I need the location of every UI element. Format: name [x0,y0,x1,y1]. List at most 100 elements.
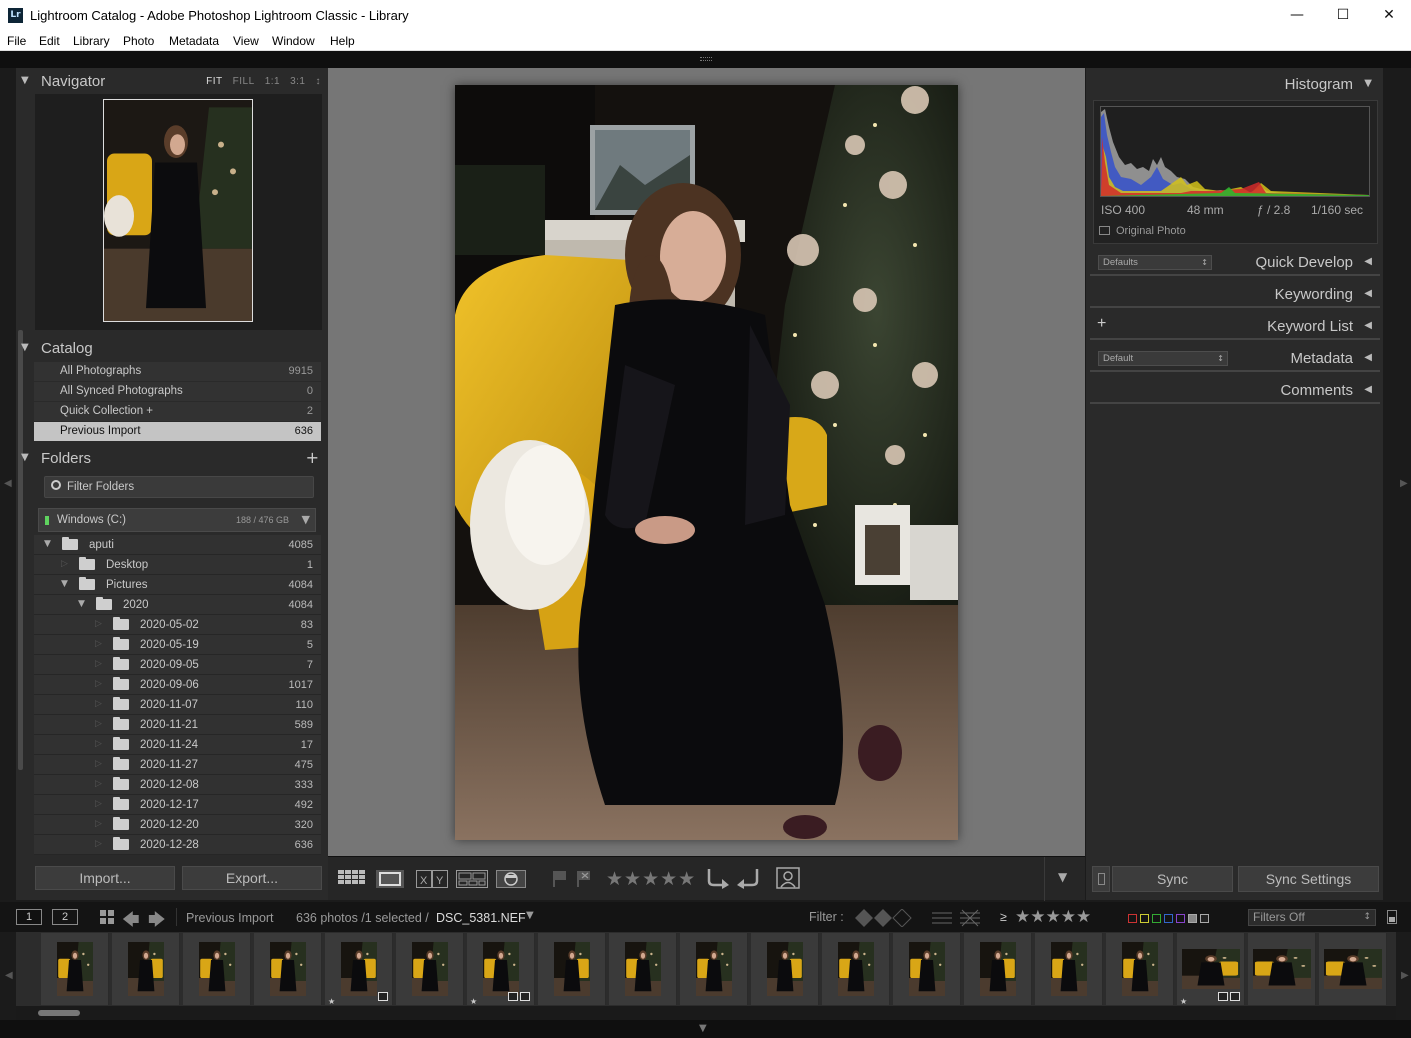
catalog-item-all-photographs[interactable]: All Photographs 9915 [34,362,321,381]
metadata-header[interactable]: Default ↕ Metadata ◀ [1090,344,1380,372]
zoom-fit[interactable]: FIT [206,76,223,87]
crop-overlay-icon[interactable] [776,867,800,889]
folder-row[interactable]: ▷ 2020-11-21 589 [34,715,321,735]
filter-folders-input[interactable]: Filter Folders [44,476,314,498]
filters-preset-select[interactable]: Filters Off ↕ [1248,909,1376,926]
purple-label-icon[interactable] [1176,914,1185,923]
catalog-item-previous-import[interactable]: Previous Import 636 [34,422,321,441]
collapsed-triangle-icon[interactable]: ▷ [95,619,102,629]
folder-row[interactable]: ▷ 2020-09-06 1017 [34,675,321,695]
left-panel-toggle-icon[interactable]: ◀ [4,478,12,489]
custom-label-icon[interactable] [1188,914,1197,923]
collapsed-triangle-icon[interactable]: ▷ [95,739,102,749]
navigator-header[interactable]: ▼ Navigator FIT FILL 1:1 3:1 ↕ [17,70,323,94]
quick-develop-header[interactable]: Defaults ↕ Quick Develop ◀ [1090,248,1380,276]
catalog-item-quick-collection[interactable]: Quick Collection + 2 [34,402,321,421]
develop-settings-badge-icon[interactable] [520,992,530,1001]
plus-icon[interactable]: + [1097,315,1106,333]
filmstrip-cell[interactable] [1035,933,1103,1005]
histogram-graph[interactable] [1100,106,1370,197]
catalog-item-all-synced[interactable]: All Synced Photographs 0 [34,382,321,401]
filmstrip-cell[interactable] [893,933,961,1005]
plus-icon[interactable]: + [306,448,319,467]
edit-filter-icon[interactable] [930,909,982,927]
people-view-icon[interactable] [496,870,526,888]
filmstrip-cell[interactable] [964,933,1032,1005]
filmstrip-scrollbar[interactable] [16,1006,1396,1020]
menu-window[interactable]: Window [272,34,315,48]
menu-view[interactable]: View [233,34,259,48]
navigator-thumbnail[interactable] [103,99,253,322]
no-label-icon[interactable] [1200,914,1209,923]
folder-row[interactable]: ▷ 2020-05-02 83 [34,615,321,635]
filmstrip-scroll-knob[interactable] [38,1010,80,1016]
keywording-header[interactable]: Keywording ◀ [1090,280,1380,308]
secondary-window-button[interactable]: 2 [52,909,78,925]
green-label-icon[interactable] [1152,914,1161,923]
main-photo[interactable] [455,85,958,840]
right-panel-toggle-icon[interactable]: ▶ [1400,478,1408,489]
yellow-label-icon[interactable] [1140,914,1149,923]
original-photo-toggle[interactable]: Original Photo [1099,225,1186,237]
loupe-view-icon[interactable] [376,870,404,888]
main-window-button[interactable]: 1 [16,909,42,925]
folders-header[interactable]: ▼ Folders + [17,447,323,471]
filmstrip-cell[interactable] [183,933,251,1005]
collapsed-triangle-icon[interactable]: ▷ [95,759,102,769]
chevron-down-icon[interactable]: ▼ [302,513,310,526]
filmstrip-cell[interactable] [1248,933,1316,1005]
filmstrip-cell[interactable] [254,933,322,1005]
cropped-badge-icon[interactable] [1218,992,1228,1001]
blue-label-icon[interactable] [1164,914,1173,923]
folder-row[interactable]: ▷ 2020-05-19 5 [34,635,321,655]
quick-develop-preset-select[interactable]: Defaults ↕ [1098,255,1212,270]
folder-row[interactable]: ▷ 2020-12-28 636 [34,835,321,855]
sync-settings-button[interactable]: Sync Settings [1238,866,1379,892]
zoom-stepper-icon[interactable]: ↕ [316,76,322,87]
close-icon[interactable]: ✕ [1366,0,1411,31]
folder-row[interactable]: ▼ aputi 4085 [34,535,321,555]
develop-settings-badge-icon[interactable] [1230,992,1240,1001]
folder-row[interactable]: ▷ 2020-11-27 475 [34,755,321,775]
comments-header[interactable]: Comments ◀ [1090,376,1380,404]
volume-header[interactable]: Windows (C:) 188 / 476 GB ▼ [38,508,316,532]
chevron-down-icon[interactable]: ▼ [699,1023,707,1034]
rotate-left-icon[interactable] [706,867,730,889]
menu-library[interactable]: Library [73,34,110,48]
rating-filter-stars[interactable]: ★★★★★ [1015,907,1091,927]
filmstrip-cell[interactable] [41,933,109,1005]
maximize-icon[interactable]: ☐ [1320,0,1366,31]
red-label-icon[interactable] [1128,914,1137,923]
import-button[interactable]: Import... [35,866,175,890]
star-rating-icon[interactable]: ★★★★★ [606,868,696,890]
filmstrip-cell[interactable] [751,933,819,1005]
flag-icon[interactable] [552,870,568,888]
filmstrip-cell[interactable] [396,933,464,1005]
top-panel-toggle[interactable] [0,51,1411,68]
flag-filter-icon[interactable] [855,909,913,927]
filmstrip-scroll-left-icon[interactable]: ◀ [5,970,13,981]
expanded-triangle-icon[interactable]: ▼ [61,579,68,589]
folder-row[interactable]: ▼ Pictures 4084 [34,575,321,595]
auto-sync-switch[interactable] [1092,866,1110,892]
folder-row[interactable]: ▼ 2020 4084 [34,595,321,615]
export-button[interactable]: Export... [182,866,322,890]
menu-file[interactable]: File [7,34,26,48]
filmstrip-cell[interactable]: ★ [1177,933,1245,1006]
zoom-3-1[interactable]: 3:1 [290,76,305,87]
minimize-icon[interactable]: — [1274,0,1320,31]
grid-icon[interactable] [100,910,115,925]
filmstrip-filename[interactable]: DSC_5381.NEF [436,911,526,925]
folder-row[interactable]: ▷ 2020-09-05 7 [34,655,321,675]
chevron-down-icon[interactable]: ▼ [526,910,534,921]
toolbar-menu-icon[interactable]: ▼ [1058,870,1067,884]
filmstrip-cell[interactable] [538,933,606,1005]
left-panel-scrollbar[interactable] [18,330,23,770]
filter-lock-icon[interactable] [1387,910,1397,924]
collapsed-triangle-icon[interactable]: ▷ [95,659,102,669]
expanded-triangle-icon[interactable]: ▼ [44,539,51,549]
filmstrip-cell[interactable] [680,933,748,1005]
filmstrip-cell[interactable] [112,933,180,1005]
filmstrip-cell[interactable] [609,933,677,1005]
rotate-right-icon[interactable] [736,867,760,889]
